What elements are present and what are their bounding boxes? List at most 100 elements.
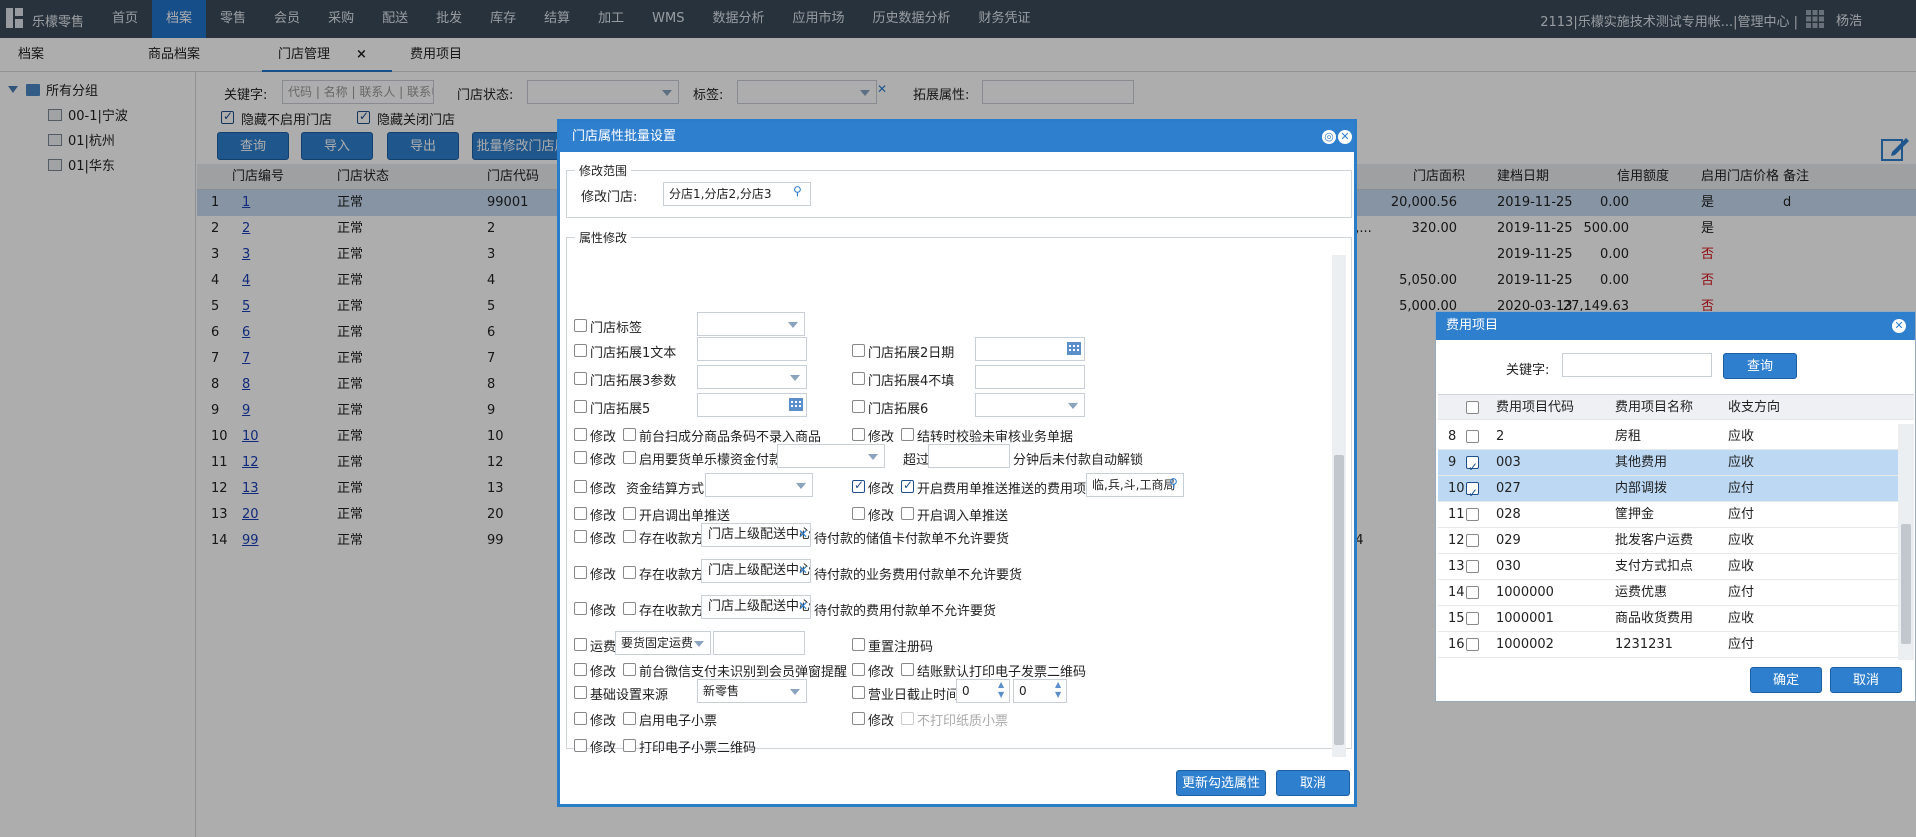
attr-checkbox[interactable] (574, 372, 587, 385)
store-tag-select[interactable] (697, 312, 805, 336)
attr-checkbox[interactable] (852, 478, 865, 493)
fee-row-checkbox[interactable] (1466, 586, 1479, 599)
fee-confirm-button[interactable]: 确定 (1750, 667, 1822, 693)
fee-row[interactable]: 8 2 房租 应收 (1438, 424, 1898, 450)
attr-checkbox[interactable] (574, 530, 587, 543)
attr-checkbox[interactable] (852, 712, 865, 725)
attr-checkbox[interactable] (901, 428, 914, 441)
close-dialog-icon[interactable]: ✕ (1338, 130, 1352, 144)
fee-scroll-thumb[interactable] (1901, 524, 1911, 644)
fee-scrollbar[interactable] (1898, 424, 1914, 660)
calendar-icon[interactable] (1067, 342, 1081, 355)
search-icon[interactable]: ⚲ (793, 184, 802, 198)
fee-cancel-button[interactable]: 取消 (1830, 667, 1902, 693)
fee-row[interactable]: 12 029 批发客户运费 应收 (1438, 528, 1898, 554)
attr-checkbox[interactable] (574, 480, 587, 493)
attr-checkbox[interactable] (623, 712, 636, 725)
attr-checkbox[interactable] (574, 739, 587, 752)
attr-checkbox[interactable] (623, 663, 636, 676)
attr-checkbox[interactable] (901, 663, 914, 676)
attr-checkbox[interactable] (574, 507, 587, 520)
fee-row-checkbox[interactable] (1466, 480, 1479, 506)
attr-checkbox[interactable] (574, 602, 587, 615)
col-fee-direction[interactable]: 收支方向 (1728, 395, 1780, 421)
fee-row[interactable]: 9 003 其他费用 应收 (1438, 450, 1898, 480)
attr-checkbox[interactable] (574, 428, 587, 441)
attr-scrollbar[interactable] (1332, 255, 1346, 757)
fee-row-checkbox[interactable] (1466, 454, 1479, 480)
freight-input[interactable] (713, 631, 805, 655)
attr-checkbox[interactable] (901, 507, 914, 520)
ext6-select[interactable] (975, 393, 1085, 417)
ext1-input[interactable] (697, 337, 807, 361)
scroll-thumb[interactable] (1334, 455, 1344, 745)
remove-tag-icon[interactable]: ✕ (798, 599, 808, 613)
attr-checkbox[interactable] (574, 638, 587, 651)
attr-checkbox[interactable] (623, 566, 636, 579)
attr-checkbox[interactable] (574, 566, 587, 579)
payee-tag-1[interactable]: 门店上级配送中心 (701, 523, 811, 547)
spinner-arrows-icon[interactable]: ▲ ▼ (1055, 680, 1061, 700)
payee-tag-3[interactable]: 门店上级配送中心 (701, 595, 811, 619)
attr-checkbox[interactable] (852, 372, 865, 385)
dialog-cancel-button[interactable]: 取消 (1276, 770, 1350, 796)
fee-row-checkbox[interactable] (1466, 430, 1479, 443)
fee-row-checkbox[interactable] (1466, 560, 1479, 573)
fee-query-button[interactable]: 查询 (1723, 353, 1797, 379)
freight-select[interactable]: 要货固定运费 (615, 631, 711, 655)
settle-select[interactable] (705, 473, 813, 497)
remove-tag-icon[interactable]: ✕ (798, 563, 808, 577)
search-icon[interactable]: ⚲ (1169, 476, 1178, 490)
ext3-select[interactable] (697, 365, 807, 389)
update-selected-button[interactable]: 更新勾选属性 (1176, 770, 1266, 796)
attr-checkbox[interactable] (623, 530, 636, 543)
fee-row[interactable]: 10 027 内部调拨 应付 (1438, 476, 1898, 506)
attr-checkbox[interactable] (623, 507, 636, 520)
fund-select[interactable] (777, 444, 885, 468)
fee-row-checkbox[interactable] (1466, 612, 1479, 625)
fee-row-checkbox[interactable] (1466, 508, 1479, 521)
select-all-checkbox[interactable] (1466, 401, 1479, 414)
remove-tag-icon[interactable]: ✕ (798, 527, 808, 541)
attr-checkbox[interactable] (901, 478, 914, 493)
attr-checkbox[interactable] (623, 602, 636, 615)
attr-checkbox[interactable] (852, 686, 865, 699)
attr-checkbox[interactable] (574, 344, 587, 357)
minutes-input[interactable] (928, 444, 1010, 468)
fee-row[interactable]: 14 1000000 运费优惠 应付 (1438, 580, 1898, 606)
attr-checkbox[interactable] (574, 451, 587, 464)
attr-checkbox[interactable] (574, 686, 587, 699)
close-fee-dialog-icon[interactable]: ✕ (1892, 319, 1906, 333)
attr-checkbox[interactable] (574, 400, 587, 413)
fee-keyword-input[interactable] (1562, 353, 1712, 377)
attr-checkbox[interactable] (623, 428, 636, 441)
base-src-select[interactable]: 新零售 (697, 679, 807, 703)
attr-checkbox[interactable] (623, 739, 636, 752)
calendar-icon[interactable] (789, 398, 803, 411)
attr-checkbox[interactable] (574, 663, 587, 676)
attr-checkbox[interactable] (574, 319, 587, 332)
attr-checkbox[interactable] (852, 638, 865, 651)
fee-code: 1000002 (1496, 637, 1554, 652)
fee-row-checkbox[interactable] (1466, 638, 1479, 651)
fee-row-checkbox[interactable] (1466, 534, 1479, 547)
attr-checkbox[interactable] (852, 344, 865, 357)
attr-checkbox[interactable] (623, 451, 636, 464)
attr-checkbox[interactable] (852, 663, 865, 676)
ext4-input[interactable] (975, 365, 1085, 389)
fee-row[interactable]: 13 030 支付方式扣点 应收 (1438, 554, 1898, 580)
attr-checkbox[interactable] (852, 507, 865, 520)
fee-row[interactable]: 11 028 筐押金 应付 (1438, 502, 1898, 528)
fee-row[interactable]: 15 1000001 商品收货费用 应收 (1438, 606, 1898, 632)
attr-checkbox[interactable] (574, 712, 587, 725)
spinner-arrows-icon[interactable]: ▲ ▼ (998, 680, 1004, 700)
attr-checkbox[interactable] (852, 400, 865, 413)
scope-input[interactable]: 分店1,分店2,分店3 (663, 182, 811, 206)
attr-checkbox[interactable] (852, 428, 865, 441)
payee-tag-2[interactable]: 门店上级配送中心 (701, 559, 811, 583)
fee-row[interactable]: 16 1000002 1231231 应付 (1438, 632, 1898, 658)
restore-icon[interactable]: ◎ (1322, 130, 1336, 144)
fee-row-number: 15 (1448, 611, 1465, 626)
col-fee-code[interactable]: 费用项目代码 (1496, 395, 1574, 421)
col-fee-name[interactable]: 费用项目名称 (1615, 395, 1693, 421)
